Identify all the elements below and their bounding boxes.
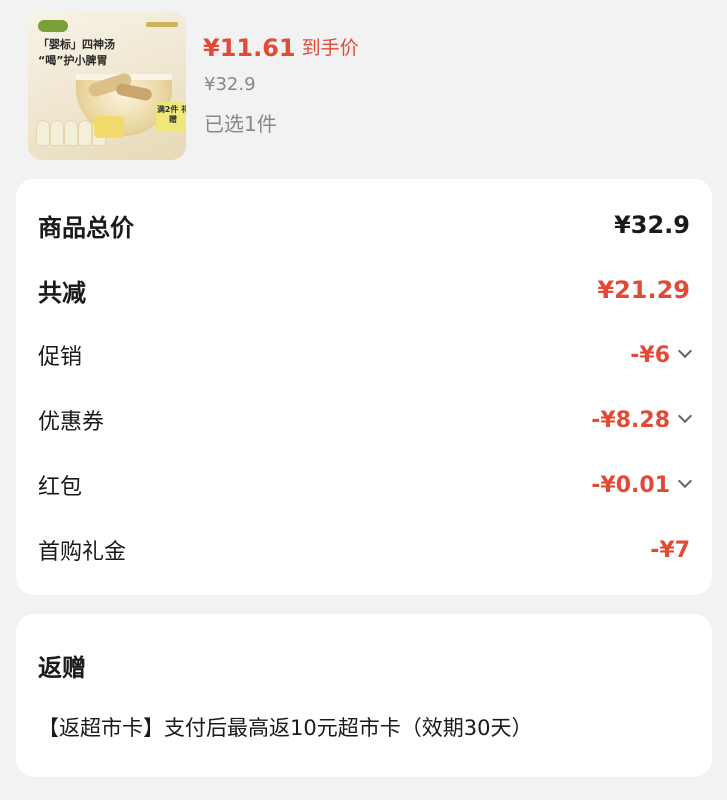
selected-quantity: 已选1件: [204, 112, 277, 136]
row-label: 红包: [38, 475, 83, 500]
bottle-illustration: [78, 120, 92, 146]
bottle-illustration: [36, 120, 50, 146]
row-label: 优惠券: [38, 410, 105, 435]
row-coupon[interactable]: 优惠券 -¥8.28: [38, 400, 693, 440]
row-value-wrap: -¥0.01: [591, 472, 693, 498]
rebate-title: 返赠: [38, 654, 86, 682]
row-total-discount: 共减 ¥21.29: [38, 270, 690, 310]
final-price-tag: 到手价: [301, 37, 359, 59]
product-image-subline: “喝”护小脾胃: [38, 54, 108, 67]
row-label: 共减: [38, 278, 86, 307]
brand-mark: [146, 22, 178, 27]
row-value: ¥32.9: [614, 211, 690, 239]
gift-tag: 满2件 礼赠: [156, 102, 186, 132]
price-breakdown-card: 商品总价 ¥32.9 共减 ¥21.29 促销 -¥6 优惠券 -¥8.28 红…: [16, 179, 712, 595]
row-red-packet[interactable]: 红包 -¥0.01: [38, 465, 693, 505]
chevron-down-icon[interactable]: [677, 408, 693, 424]
row-promotion[interactable]: 促销 -¥6: [38, 335, 693, 375]
product-image-headline: 「婴标」四神汤: [38, 38, 115, 51]
row-first-purchase-bonus: 首购礼金 -¥7: [38, 530, 690, 570]
final-price: ¥11.61 到手价: [203, 34, 359, 62]
row-value: -¥6: [630, 342, 670, 368]
row-value: -¥8.28: [591, 407, 670, 433]
row-value-wrap: -¥6: [630, 342, 693, 368]
row-label: 首购礼金: [38, 540, 127, 565]
row-label: 促销: [38, 345, 83, 370]
chevron-down-icon[interactable]: [677, 473, 693, 489]
row-value: -¥0.01: [591, 472, 670, 498]
gift-tag-label: 满2件 礼赠: [156, 105, 186, 124]
row-value: -¥7: [650, 537, 690, 563]
brand-logo: [38, 20, 68, 32]
original-price: ¥32.9: [204, 74, 256, 95]
product-summary: 「婴标」四神汤 “喝”护小脾胃 满2件 礼赠 ¥11.61 到手价 ¥32.9 已…: [0, 0, 727, 175]
product-image[interactable]: 「婴标」四神汤 “喝”护小脾胃 满2件 礼赠: [28, 12, 186, 160]
row-value: ¥21.29: [597, 276, 690, 304]
bottle-illustration: [64, 120, 78, 146]
row-value-wrap: -¥8.28: [591, 407, 693, 433]
row-label: 商品总价: [38, 213, 134, 242]
bottle-illustration: [50, 120, 64, 146]
chevron-down-icon[interactable]: [677, 343, 693, 359]
order-price-detail-page: 「婴标」四神汤 “喝”护小脾胃 满2件 礼赠 ¥11.61 到手价 ¥32.9 已…: [0, 0, 727, 800]
final-price-value: ¥11.61: [203, 34, 296, 62]
rebate-description: 【返超市卡】支付后最高返10元超市卡（效期30天）: [38, 716, 533, 740]
pack-count-badge: [94, 116, 124, 138]
row-total-price: 商品总价 ¥32.9: [38, 205, 690, 245]
rebate-card: 返赠 【返超市卡】支付后最高返10元超市卡（效期30天）: [16, 614, 712, 777]
